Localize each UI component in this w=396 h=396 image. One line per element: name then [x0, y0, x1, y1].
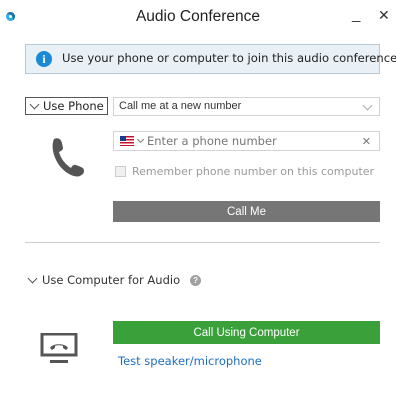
chevron-down-icon [362, 100, 373, 111]
computer-audio-icon [40, 333, 78, 363]
call-using-computer-button[interactable]: Call Using Computer [113, 321, 380, 344]
minimize-button[interactable]: _ [352, 6, 360, 23]
window-title: Audio Conference [135, 8, 261, 25]
use-phone-label: Use Phone [43, 99, 104, 113]
remember-number-label: Remember phone number on this computer [132, 165, 375, 178]
use-computer-label: Use Computer for Audio [42, 273, 181, 287]
title-bar: Audio Conference _ ✕ [0, 0, 396, 37]
chevron-down-icon [29, 99, 40, 110]
phone-number-input[interactable] [147, 134, 352, 148]
help-icon[interactable]: ? [190, 274, 202, 286]
call-me-button[interactable]: Call Me [113, 201, 380, 222]
call-mode-select[interactable]: Call me at a new number [113, 97, 380, 116]
phone-number-field: ✕ [113, 131, 380, 151]
test-speaker-microphone-link[interactable]: Test speaker/microphone [118, 354, 262, 368]
clear-icon[interactable]: ✕ [362, 135, 371, 148]
chevron-down-icon [27, 273, 38, 284]
phone-handset-icon [52, 138, 85, 177]
close-button[interactable]: ✕ [378, 8, 390, 24]
info-icon: i [36, 51, 52, 67]
us-flag-icon[interactable] [120, 136, 134, 146]
chevron-down-icon[interactable] [136, 135, 145, 144]
use-computer-toggle[interactable]: Use Computer for Audio ? [27, 273, 202, 287]
section-divider [25, 242, 380, 243]
use-phone-toggle[interactable]: Use Phone [25, 97, 108, 115]
info-text: Use your phone or computer to join this … [62, 51, 396, 65]
info-banner: i Use your phone or computer to join thi… [25, 44, 396, 74]
remember-number-checkbox[interactable] [115, 166, 126, 177]
call-mode-value: Call me at a new number [119, 100, 242, 112]
